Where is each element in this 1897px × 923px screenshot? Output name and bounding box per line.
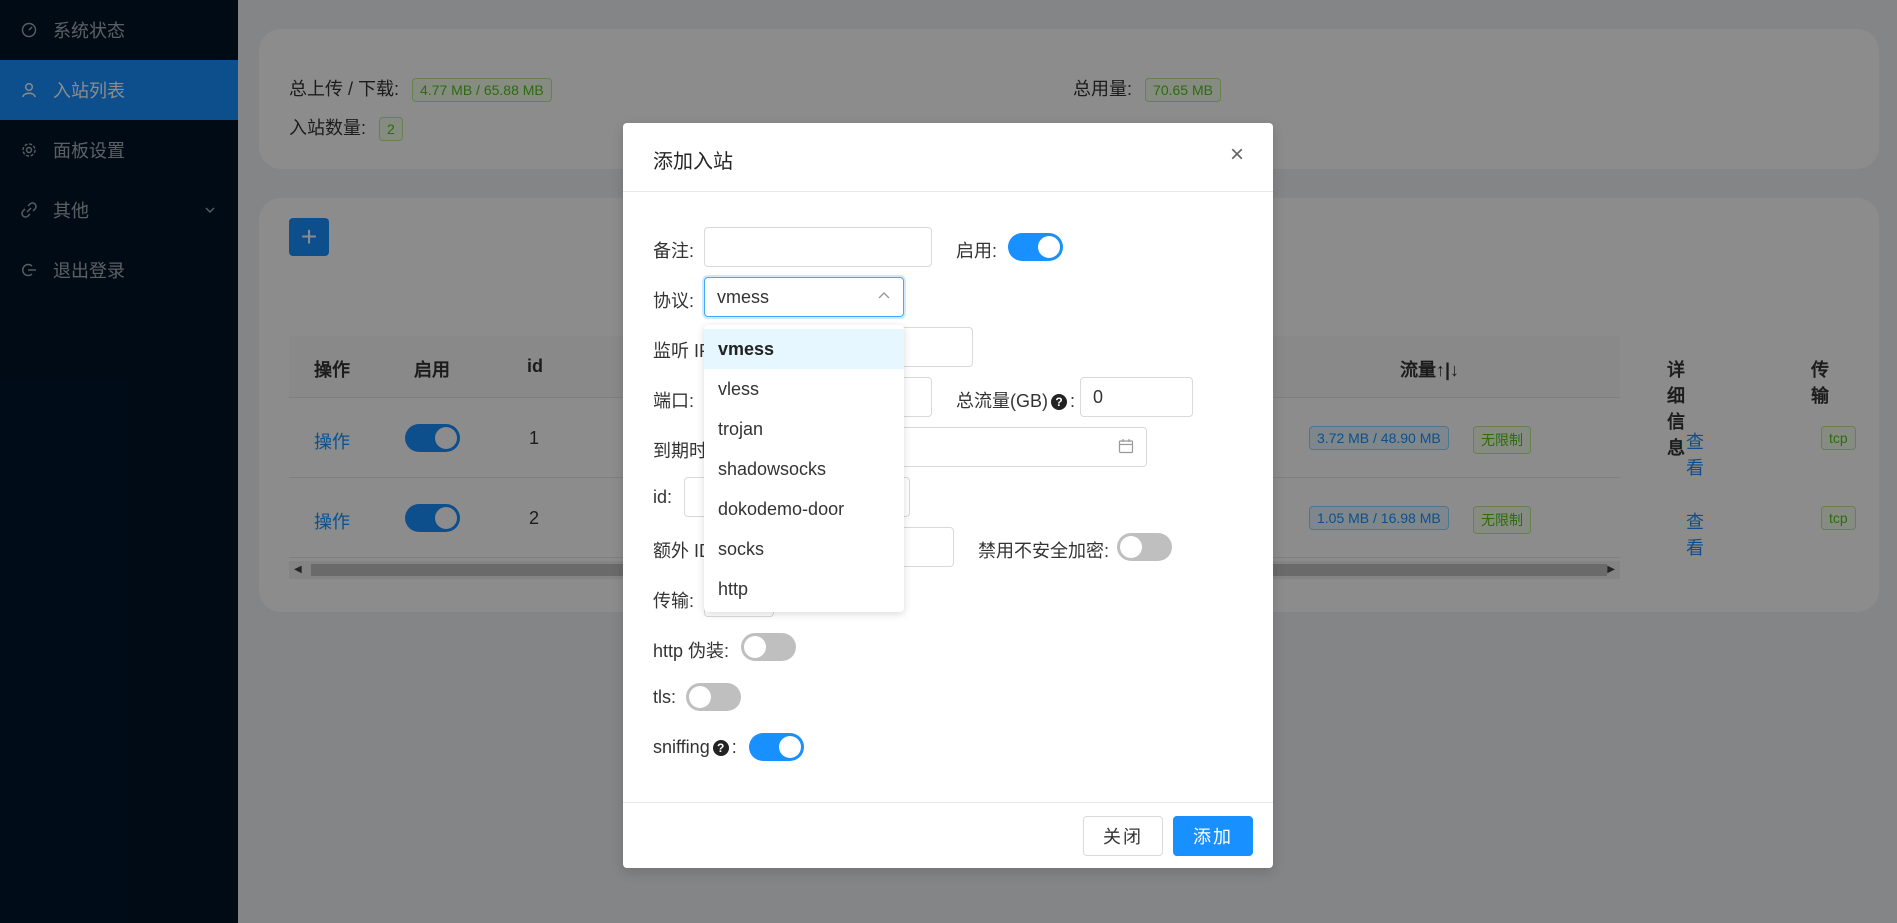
modal-header: 添加入站 × bbox=[623, 123, 1273, 192]
chevron-up-icon bbox=[877, 289, 891, 306]
http-disguise-label: http 伪装: bbox=[653, 641, 730, 661]
close-icon[interactable]: × bbox=[1225, 143, 1249, 167]
tls-label: tls: bbox=[653, 687, 677, 707]
transport-label: 传输: bbox=[653, 591, 695, 611]
remark-input[interactable] bbox=[704, 227, 932, 267]
expire-label: 到期时 bbox=[653, 441, 707, 461]
total-traffic-input[interactable]: 0 bbox=[1080, 377, 1193, 417]
protocol-option-shadowsocks[interactable]: shadowsocks bbox=[704, 449, 904, 489]
protocol-label: 协议: bbox=[653, 291, 695, 311]
question-circle-icon[interactable]: ? bbox=[1051, 394, 1067, 411]
protocol-option-trojan[interactable]: trojan bbox=[704, 409, 904, 449]
total-traffic-label: 总流量(GB)?: bbox=[956, 391, 1076, 411]
calendar-icon bbox=[1118, 438, 1134, 459]
modal-title: 添加入站 bbox=[653, 151, 733, 173]
protocol-selected-value: vmess bbox=[717, 286, 770, 307]
enable-toggle[interactable] bbox=[1008, 233, 1063, 266]
listen-ip-label: 监听 IP bbox=[653, 341, 712, 361]
add-button[interactable]: 添加 bbox=[1173, 816, 1253, 856]
enable-label: 启用: bbox=[956, 241, 998, 261]
http-disguise-toggle[interactable] bbox=[741, 633, 796, 666]
id-label: id: bbox=[653, 487, 673, 507]
question-circle-icon[interactable]: ? bbox=[712, 740, 729, 757]
close-button[interactable]: 关闭 bbox=[1083, 816, 1163, 856]
protocol-dropdown: vmess vless trojan shadowsocks dokodemo-… bbox=[704, 325, 904, 612]
protocol-option-http[interactable]: http bbox=[704, 569, 904, 609]
sniffing-toggle[interactable] bbox=[749, 733, 804, 766]
protocol-option-socks[interactable]: socks bbox=[704, 529, 904, 569]
disable-insecure-label: 禁用不安全加密: bbox=[978, 541, 1110, 561]
protocol-select[interactable]: vmess bbox=[704, 277, 904, 317]
port-label: 端口: bbox=[653, 391, 695, 411]
protocol-option-vmess[interactable]: vmess bbox=[704, 329, 904, 369]
remark-label: 备注: bbox=[653, 241, 695, 261]
tls-toggle[interactable] bbox=[686, 683, 741, 716]
protocol-option-vless[interactable]: vless bbox=[704, 369, 904, 409]
protocol-option-dokodemo-door[interactable]: dokodemo-door bbox=[704, 489, 904, 529]
sniffing-label: sniffing?: bbox=[653, 737, 737, 757]
disable-insecure-toggle[interactable] bbox=[1117, 533, 1172, 566]
modal-footer: 关闭 添加 bbox=[623, 802, 1273, 868]
